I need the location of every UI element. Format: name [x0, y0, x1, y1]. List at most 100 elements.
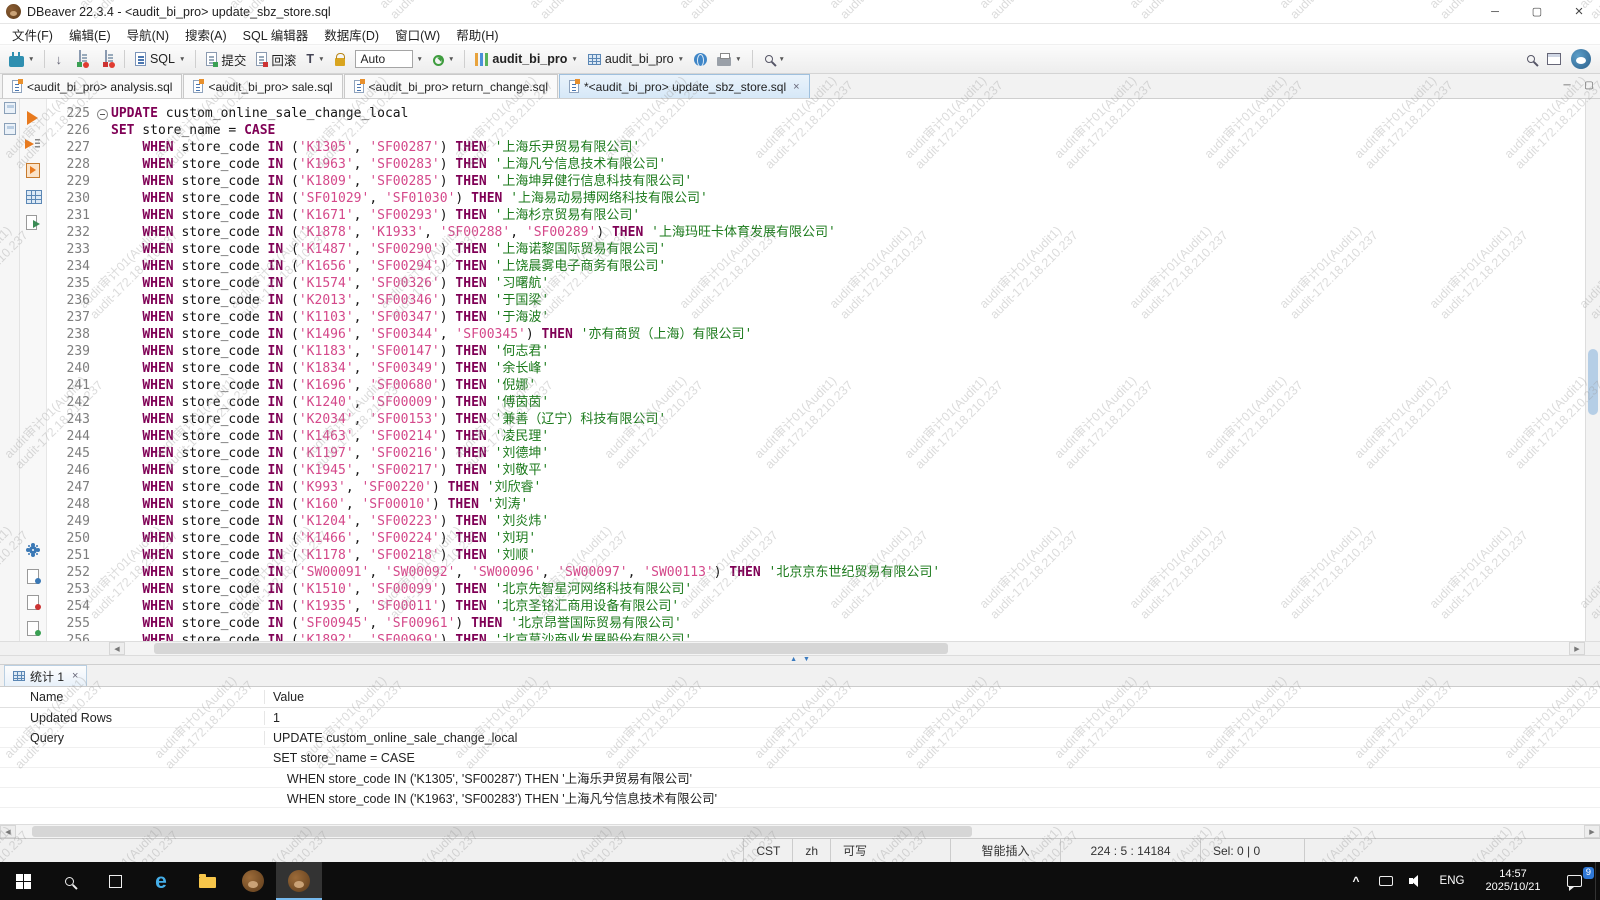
code-line[interactable]: 246 WHEN store_code IN ('K1945', 'SF0021… [47, 462, 1585, 479]
table-row[interactable]: WHEN store_code IN ('K1305', 'SF00287') … [0, 768, 1600, 788]
code-line[interactable]: 248 WHEN store_code IN ('K160', 'SF00010… [47, 496, 1585, 513]
code-line[interactable]: 236 WHEN store_code IN ('K2013', 'SF0034… [47, 292, 1585, 309]
execute-statement-icon[interactable] [24, 110, 42, 126]
new-connection-button[interactable]: ▼ [5, 50, 38, 69]
code-line[interactable]: 230 WHEN store_code IN ('SF01029', 'SF01… [47, 190, 1585, 207]
fold-icon[interactable] [95, 105, 109, 122]
code-line[interactable]: 238 WHEN store_code IN ('K1496', 'SF0034… [47, 326, 1585, 343]
restore-projects-icon[interactable] [4, 123, 16, 135]
results-hscroll[interactable]: ◀ ▶ [0, 824, 1600, 838]
explain-plan-icon[interactable] [24, 188, 42, 204]
edge-button[interactable]: e [138, 862, 184, 900]
table-row[interactable]: QueryUPDATE custom_online_sale_change_lo… [0, 728, 1600, 748]
close-icon[interactable]: × [793, 81, 799, 93]
sql-editor-button[interactable]: SQL ▼ [131, 50, 189, 68]
tablet-button[interactable] [1371, 862, 1401, 900]
code-line[interactable]: 252 WHEN store_code IN ('SW00091', 'SW00… [47, 564, 1585, 581]
quick-access-search-button[interactable] [1521, 51, 1541, 67]
menu-item[interactable]: 编辑(E) [61, 23, 119, 46]
editor-tab[interactable]: <audit_bi_pro> sale.sql [183, 74, 342, 98]
maximize-view-icon[interactable]: ▢ [1578, 74, 1600, 98]
code-line[interactable]: 249 WHEN store_code IN ('K1204', 'SF0022… [47, 513, 1585, 530]
sash-down-icon[interactable]: ▼ [803, 656, 810, 664]
editor-tab[interactable]: *<audit_bi_pro> update_sbz_store.sql× [559, 74, 810, 98]
column-header-name[interactable]: Name [0, 690, 265, 704]
restore-navigator-icon[interactable] [4, 102, 16, 114]
print-button[interactable]: ▼ [713, 50, 745, 68]
menu-item[interactable]: 帮助(H) [448, 23, 506, 46]
code-line[interactable]: 228 WHEN store_code IN ('K1963', 'SF0028… [47, 156, 1585, 173]
hidden-icons-button[interactable]: ^ [1341, 862, 1371, 900]
code-line[interactable]: 237 WHEN store_code IN ('K1103', 'SF0034… [47, 309, 1585, 326]
maximize-button[interactable]: ▢ [1516, 0, 1558, 23]
code-line[interactable]: 253 WHEN store_code IN ('K1510', 'SF0009… [47, 581, 1585, 598]
code-line[interactable]: 247 WHEN store_code IN ('K993', 'SF00220… [47, 479, 1585, 496]
code-line[interactable]: 244 WHEN store_code IN ('K1463', 'SF0021… [47, 428, 1585, 445]
database-select[interactable]: audit_bi_pro ▼ [471, 50, 581, 68]
file-explorer-button[interactable] [184, 862, 230, 900]
rollback-text-button[interactable]: 回滚 [252, 48, 300, 71]
menu-item[interactable]: 文件(F) [4, 23, 61, 46]
code-editor[interactable]: 225UPDATE custom_online_sale_change_loca… [47, 99, 1585, 641]
vertical-scrollbar[interactable] [1585, 99, 1600, 641]
panel-sash[interactable]: ▲ ▼ [0, 655, 1600, 665]
transaction-mode-button[interactable]: T ▼ [302, 50, 328, 68]
code-line[interactable]: 235 WHEN store_code IN ('K1574', 'SF0032… [47, 275, 1585, 292]
minimize-view-icon[interactable]: ─ [1556, 74, 1578, 98]
refresh-timer-button[interactable]: ▼ [429, 51, 458, 68]
menu-item[interactable]: 搜索(A) [177, 23, 235, 46]
code-line[interactable]: 232 WHEN store_code IN ('K1878', 'K1933'… [47, 224, 1585, 241]
commit-text-button[interactable]: 提交 [202, 48, 250, 71]
autocommit-select[interactable]: Auto ▼ [351, 48, 427, 70]
scroll-left-icon[interactable]: ◀ [0, 825, 16, 838]
sash-up-icon[interactable]: ▲ [790, 656, 797, 664]
execute-script-icon[interactable] [24, 136, 42, 152]
rollback-button[interactable] [94, 49, 118, 69]
scrollbar-track[interactable] [125, 642, 1569, 655]
volume-button[interactable] [1401, 862, 1431, 900]
table-row[interactable]: SET store_name = CASE [0, 748, 1600, 768]
code-line[interactable]: 255 WHEN store_code IN ('SF00945', 'SF00… [47, 615, 1585, 632]
menu-item[interactable]: 窗口(W) [387, 23, 448, 46]
open-perspective-button[interactable] [1543, 51, 1565, 67]
table-row[interactable]: WHEN store_code IN ('K1963', 'SF00283') … [0, 788, 1600, 808]
query-log-icon[interactable] [24, 620, 42, 636]
code-line[interactable]: 250 WHEN store_code IN ('K1466', 'SF0022… [47, 530, 1585, 547]
code-line[interactable]: 254 WHEN store_code IN ('K1935', 'SF0001… [47, 598, 1585, 615]
scroll-right-icon[interactable]: ▶ [1569, 642, 1585, 655]
code-line[interactable]: 231 WHEN store_code IN ('K1671', 'SF0029… [47, 207, 1585, 224]
code-line[interactable]: 233 WHEN store_code IN ('K1487', 'SF0029… [47, 241, 1585, 258]
commit-button[interactable] [68, 49, 92, 69]
code-line[interactable]: 241 WHEN store_code IN ('K1696', 'SF0068… [47, 377, 1585, 394]
export-data-icon[interactable] [24, 214, 42, 230]
code-line[interactable]: 240 WHEN store_code IN ('K1834', 'SF0034… [47, 360, 1585, 377]
language-button[interactable]: ENG [1431, 862, 1473, 900]
scroll-right-icon[interactable]: ▶ [1584, 825, 1600, 838]
close-icon[interactable]: × [72, 670, 78, 682]
fetch-button[interactable]: ↓ [51, 50, 66, 69]
start-button[interactable] [0, 862, 46, 900]
column-header-value[interactable]: Value [265, 690, 1600, 704]
code-line[interactable]: 229 WHEN store_code IN ('K1809', 'SF0028… [47, 173, 1585, 190]
close-button[interactable]: × [1558, 0, 1600, 23]
task-view-button[interactable] [92, 862, 138, 900]
code-line[interactable]: 239 WHEN store_code IN ('K1183', 'SF0014… [47, 343, 1585, 360]
horizontal-scrollbar[interactable]: ◀ ▶ [0, 641, 1600, 655]
navigator-button[interactable] [690, 51, 711, 68]
menu-item[interactable]: 数据库(D) [316, 23, 387, 46]
code-line[interactable]: 234 WHEN store_code IN ('K1656', 'SF0029… [47, 258, 1585, 275]
settings-gear-icon[interactable] [24, 542, 42, 558]
scrollbar-thumb[interactable] [1588, 349, 1598, 415]
scrollbar-thumb[interactable] [32, 826, 973, 837]
action-center-button[interactable]: 9 [1553, 862, 1595, 900]
tab-statistics[interactable]: 统计 1 × [4, 665, 87, 686]
editor-tab[interactable]: <audit_bi_pro> return_change.sql [344, 74, 558, 98]
code-line[interactable]: 243 WHEN store_code IN ('K2034', 'SF0015… [47, 411, 1585, 428]
code-line[interactable]: 256 WHEN store_code IN ('K1892', 'SF0096… [47, 632, 1585, 641]
editor-tab[interactable]: <audit_bi_pro> analysis.sql [2, 74, 182, 98]
lock-button[interactable] [331, 51, 349, 68]
table-row[interactable]: Updated Rows1 [0, 708, 1600, 728]
search-button[interactable]: ▼ [759, 51, 789, 67]
dbeaver-running-button[interactable] [276, 862, 322, 900]
code-line[interactable]: 242 WHEN store_code IN ('K1240', 'SF0000… [47, 394, 1585, 411]
